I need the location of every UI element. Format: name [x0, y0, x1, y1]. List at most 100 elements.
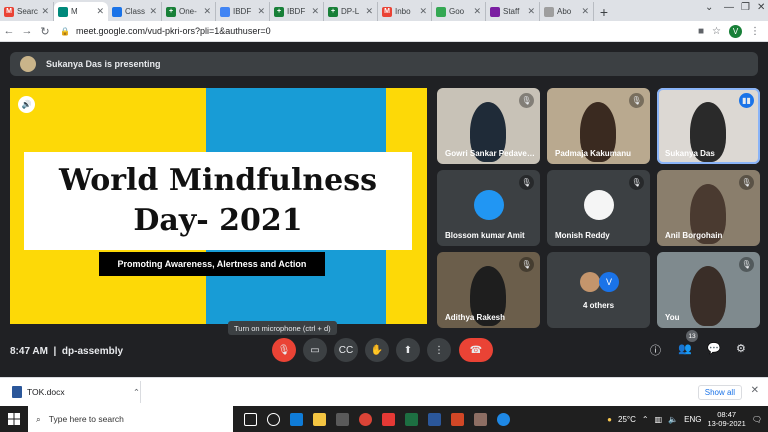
participant-tile[interactable]: 🎙 You [657, 252, 760, 328]
slide-subtitle: Promoting Awareness, Alertness and Actio… [99, 252, 325, 276]
leave-call-button[interactable]: ☎ [459, 338, 493, 362]
participant-name: You [665, 313, 680, 322]
tab-close-icon[interactable]: ✕ [257, 6, 265, 17]
participant-tile[interactable]: 🎙 Anil Borgohain [657, 170, 760, 246]
participant-tile[interactable]: ▮▮ Sukanya Das [657, 88, 760, 164]
presenting-banner: Sukanya Das is presenting [10, 52, 758, 76]
network-icon[interactable]: ▥ [655, 415, 663, 424]
browser-tab[interactable]: Class ✕ [108, 2, 162, 21]
reload-icon[interactable]: ↻ [36, 25, 54, 38]
taskbar-app[interactable] [423, 406, 446, 432]
browser-tab[interactable]: M Searc ✕ [0, 2, 54, 21]
browser-tab[interactable]: Abo ✕ [540, 2, 594, 21]
taskbar-app[interactable] [331, 406, 354, 432]
search-icon: ⌕ [36, 413, 41, 424]
people-icon[interactable]: 👥 [678, 342, 692, 355]
lock-icon[interactable]: 🔒 [60, 27, 70, 36]
tab-close-icon[interactable]: ✕ [365, 6, 373, 17]
camera-indicator-icon[interactable]: ■ [698, 26, 704, 37]
taskbar-app[interactable] [400, 406, 423, 432]
speaker-icon[interactable]: 🔊 [18, 96, 35, 113]
taskbar-app[interactable] [469, 406, 492, 432]
browser-tab[interactable]: M Inbo ✕ [378, 2, 432, 21]
minimize-icon[interactable]: — [724, 2, 734, 13]
tray-chevron-icon[interactable]: ⌃ [642, 415, 649, 424]
browser-toolbar: ← → ↻ 🔒 meet.google.com/vud-pkri-ors?pli… [0, 21, 768, 42]
participant-name: Sukanya Das [665, 149, 715, 158]
mic-muted-icon: 🎙 [739, 175, 754, 190]
windows-start-button[interactable] [0, 406, 28, 432]
excel-icon [405, 412, 418, 426]
taskbar-search[interactable]: ⌕ Type here to search [28, 406, 233, 432]
chevron-down-icon[interactable]: ⌄ [705, 2, 713, 13]
participant-avatar: V [599, 272, 619, 292]
download-item[interactable]: TOK.docx ⌃ [12, 386, 140, 398]
profile-avatar[interactable]: V [729, 24, 742, 38]
volume-icon[interactable]: 🔈 [668, 415, 678, 424]
browser-tab[interactable]: IBDF ✕ [216, 2, 270, 21]
participant-tile[interactable]: 🎙 Monish Reddy [547, 170, 650, 246]
camera-button[interactable]: ▭ [303, 338, 327, 362]
menu-dots-icon[interactable]: ⋮ [750, 26, 760, 37]
browser-tab[interactable]: Staff ✕ [486, 2, 540, 21]
weather-temp[interactable]: 25°C [618, 415, 636, 424]
tab-close-icon[interactable]: ✕ [41, 6, 49, 17]
info-icon[interactable]: ⓘ [650, 342, 661, 358]
address-bar[interactable]: 🔒 meet.google.com/vud-pkri-ors?pli=1&aut… [60, 23, 698, 40]
tab-close-icon[interactable]: ✕ [581, 6, 589, 17]
tab-close-icon[interactable]: ✕ [96, 6, 104, 17]
tab-close-icon[interactable]: ✕ [311, 6, 319, 17]
activities-icon[interactable]: ⚙ [736, 342, 746, 355]
maximize-icon[interactable]: ❐ [741, 2, 750, 13]
participant-avatar [474, 190, 504, 220]
participant-tile[interactable]: 🎙 Gowri Sankar Pedaveedu [437, 88, 540, 164]
browser-tab[interactable]: + One- ✕ [162, 2, 216, 21]
back-icon[interactable]: ← [0, 25, 18, 37]
participant-tile[interactable]: 🎙 Padmaja Kakumanu [547, 88, 650, 164]
forward-icon[interactable]: → [18, 25, 36, 37]
tab-favicon-icon [436, 6, 446, 17]
tab-close-icon[interactable]: ✕ [149, 6, 157, 17]
taskbar-app[interactable] [308, 406, 331, 432]
browser-tab[interactable]: + IBDF ✕ [270, 2, 324, 21]
presentation-slide[interactable]: World Mindfulness Day- 2021 Promoting Aw… [10, 88, 427, 324]
raise-hand-button[interactable]: ✋ [365, 338, 389, 362]
present-button[interactable]: ⬆ [396, 338, 420, 362]
browser-tab[interactable]: + DP-L ✕ [324, 2, 378, 21]
bookmark-star-icon[interactable]: ☆ [712, 26, 721, 37]
more-options-button[interactable]: ⋮ [427, 338, 451, 362]
participant-tile[interactable]: V 4 others [547, 252, 650, 328]
close-window-icon[interactable]: ✕ [757, 2, 765, 13]
tab-close-icon[interactable]: ✕ [473, 6, 481, 17]
taskbar-app[interactable] [377, 406, 400, 432]
taskbar-app[interactable] [446, 406, 469, 432]
notifications-icon[interactable]: 🗨 [752, 415, 762, 424]
taskbar-app[interactable] [492, 406, 515, 432]
tab-close-icon[interactable]: ✕ [203, 6, 211, 17]
taskbar-app[interactable] [354, 406, 377, 432]
taskbar-clock[interactable]: 08:47 13-09-2021 [707, 410, 745, 428]
show-all-button[interactable]: Show all [697, 385, 742, 400]
captions-button[interactable]: CC [334, 338, 358, 362]
taskbar-app[interactable] [239, 406, 262, 432]
weather-icon[interactable]: ● [607, 415, 612, 424]
slide-title-box: World Mindfulness Day- 2021 [24, 152, 412, 250]
new-tab-button[interactable]: + [594, 2, 614, 21]
tab-favicon-icon [58, 6, 68, 17]
tab-favicon-icon [490, 6, 500, 17]
browser-tab[interactable]: Goo ✕ [432, 2, 486, 21]
chat-icon[interactable]: 💬 [707, 342, 721, 355]
participant-tile[interactable]: 🎙 Blossom kumar Amit [437, 170, 540, 246]
mic-muted-icon: 🎙 [519, 257, 534, 272]
participant-tile[interactable]: 🎙 Adithya Rakesh [437, 252, 540, 328]
taskbar-app[interactable] [285, 406, 308, 432]
mic-off-button[interactable]: 🎙 [272, 338, 296, 362]
taskbar-app[interactable] [262, 406, 285, 432]
tab-close-icon[interactable]: ✕ [419, 6, 427, 17]
tab-close-icon[interactable]: ✕ [527, 6, 535, 17]
browser-tab[interactable]: M ✕ [54, 2, 108, 21]
system-tray: ● 25°C ⌃ ▥ 🔈 ENG 08:47 13-09-2021 🗨 [607, 406, 768, 432]
chevron-up-icon[interactable]: ⌃ [133, 387, 140, 398]
close-downloads-icon[interactable]: ✕ [751, 385, 759, 396]
language-indicator[interactable]: ENG [684, 415, 701, 424]
